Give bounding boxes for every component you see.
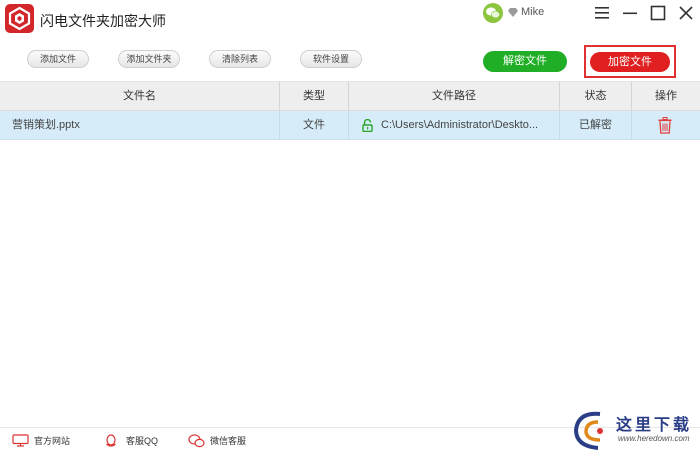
column-header-type[interactable]: 类型: [280, 82, 349, 111]
file-path-cell: C:\Users\Administrator\Deskto...: [349, 111, 560, 140]
table-header: 文件名 类型 文件路径 状态 操作: [0, 82, 700, 111]
title-bar: 闪电文件夹加密大师 Mike: [0, 0, 700, 40]
maximize-icon[interactable]: [648, 3, 668, 23]
username[interactable]: Mike: [521, 6, 544, 18]
monitor-icon: [12, 434, 29, 447]
add-file-button[interactable]: 添加文件: [27, 50, 89, 68]
column-header-path[interactable]: 文件路径: [349, 82, 560, 111]
column-header-action: 操作: [655, 90, 677, 102]
watermark: 这里下载 www.heredown.com: [570, 408, 696, 452]
column-header-name[interactable]: 文件名: [0, 82, 280, 111]
wechat-support-label: 微信客服: [210, 436, 247, 446]
trash-icon[interactable]: [658, 117, 672, 134]
action-cell: [632, 111, 700, 140]
clear-list-button[interactable]: 清除列表: [209, 50, 271, 68]
settings-button[interactable]: 软件设置: [300, 50, 362, 68]
add-folder-button[interactable]: 添加文件夹: [118, 50, 180, 68]
encrypt-highlight: 加密文件: [584, 45, 676, 78]
minimize-icon[interactable]: [620, 3, 640, 23]
qq-icon: [106, 434, 116, 447]
decrypt-button[interactable]: 解密文件: [483, 51, 567, 72]
close-icon[interactable]: [676, 3, 696, 23]
vip-diamond-icon: [508, 8, 518, 17]
file-status: 已解密: [560, 111, 632, 140]
watermark-url: www.heredown.com: [618, 434, 690, 443]
app-logo-icon: [5, 4, 34, 33]
unlock-icon: [362, 119, 373, 132]
file-path: C:\Users\Administrator\Deskto...: [381, 119, 539, 131]
table-row[interactable]: 营销策划.pptx 文件 C:\Users\Administrator\Desk…: [0, 111, 700, 140]
menu-icon[interactable]: [592, 3, 612, 23]
watermark-text: 这里下载: [616, 415, 693, 434]
toolbar: 添加文件 添加文件夹 清除列表 软件设置 解密文件 加密文件: [0, 40, 700, 82]
official-site-label: 官方网站: [34, 436, 71, 446]
file-name: 营销策划.pptx: [0, 111, 280, 140]
wechat-support-icon: [188, 434, 205, 448]
file-type: 文件: [280, 111, 349, 140]
wechat-icon[interactable]: [483, 3, 503, 23]
column-header-status[interactable]: 状态: [560, 82, 632, 111]
watermark-logo-icon: [573, 411, 603, 450]
app-title: 闪电文件夹加密大师: [40, 13, 166, 29]
encrypt-button[interactable]: 加密文件: [590, 52, 670, 72]
qq-support-label: 客服QQ: [126, 436, 159, 446]
